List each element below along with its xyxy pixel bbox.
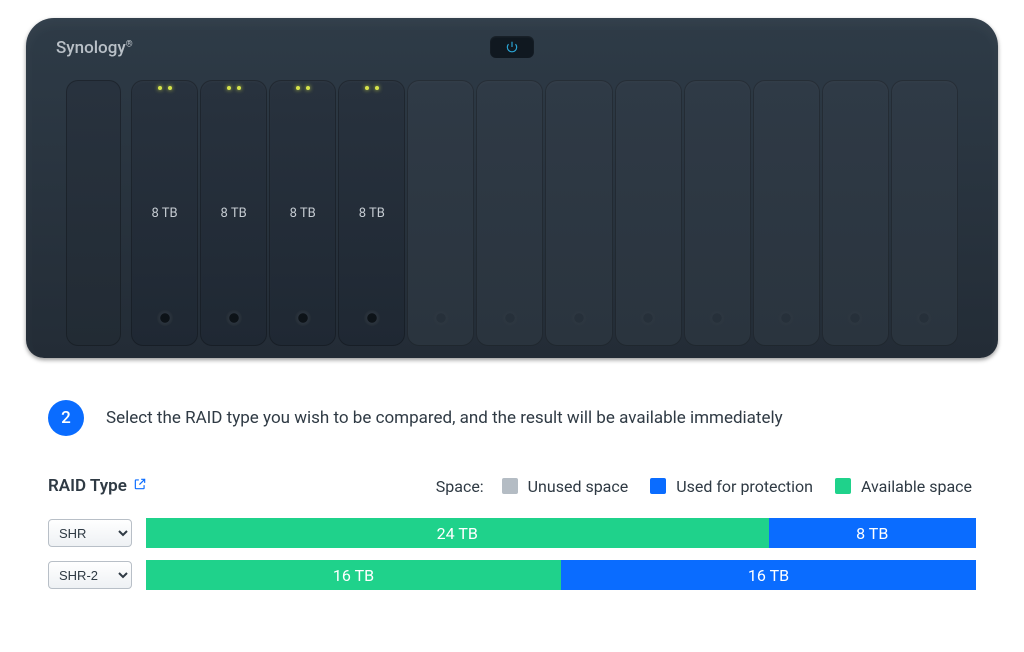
legend-label-protection: Used for protection: [676, 477, 813, 496]
power-icon: [505, 40, 519, 54]
drive-latch-icon: [502, 310, 518, 326]
space-segment: 8 TB: [769, 518, 977, 548]
drive-latch-icon: [571, 310, 587, 326]
step-header: 2 Select the RAID type you wish to be co…: [48, 400, 976, 436]
drive-bay[interactable]: 8 TB: [338, 80, 405, 346]
space-segment: 16 TB: [146, 560, 561, 590]
legend-swatch-unused: [502, 478, 518, 494]
drive-bay[interactable]: [891, 80, 958, 346]
drive-bay[interactable]: [822, 80, 889, 346]
raid-row: SHRSHR-2 16 TB16 TB: [48, 560, 976, 590]
drive-bay[interactable]: [545, 80, 612, 346]
space-segment: 24 TB: [146, 518, 769, 548]
step-section: 2 Select the RAID type you wish to be co…: [48, 400, 976, 590]
drive-latch-icon: [433, 310, 449, 326]
nas-chassis: Synology® 8 TB 8 TB 8 TB 8 TB: [26, 18, 998, 358]
space-legend: Space: Unused space Used for protection …: [436, 477, 976, 496]
external-link-icon: [133, 477, 147, 491]
drive-bay[interactable]: [684, 80, 751, 346]
drive-latch-icon: [709, 310, 725, 326]
legend-label-unused: Unused space: [528, 477, 629, 496]
step-number-badge: 2: [48, 400, 84, 436]
drive-bay-row: 8 TB 8 TB 8 TB 8 TB: [131, 80, 958, 346]
drive-bay[interactable]: [615, 80, 682, 346]
drive-bay[interactable]: [476, 80, 543, 346]
drive-latch-icon: [640, 310, 656, 326]
brand-label: Synology®: [56, 38, 133, 58]
drive-bay[interactable]: 8 TB: [131, 80, 198, 346]
chassis-left-panel: [66, 80, 121, 346]
drive-capacity: 8 TB: [359, 206, 385, 221]
drive-latch-icon: [295, 310, 311, 326]
space-label: Space:: [436, 477, 484, 496]
raid-bars: SHRSHR-2 24 TB8 TB SHRSHR-2 16 TB16 TB: [48, 518, 976, 590]
raid-row: SHRSHR-2 24 TB8 TB: [48, 518, 976, 548]
drive-capacity: 8 TB: [290, 206, 316, 221]
raid-type-select[interactable]: SHRSHR-2: [48, 561, 132, 589]
raid-type-help-link[interactable]: [133, 476, 147, 496]
drive-latch-icon: [364, 310, 380, 326]
step-instruction: Select the RAID type you wish to be comp…: [106, 408, 783, 428]
raid-type-select[interactable]: SHRSHR-2: [48, 519, 132, 547]
drive-latch-icon: [847, 310, 863, 326]
space-bar: 24 TB8 TB: [146, 518, 976, 548]
drive-bay[interactable]: 8 TB: [200, 80, 267, 346]
drive-capacity: 8 TB: [221, 206, 247, 221]
drive-latch-icon: [778, 310, 794, 326]
drive-capacity: 8 TB: [151, 206, 177, 221]
drive-latch-icon: [157, 310, 173, 326]
drive-latch-icon: [916, 310, 932, 326]
power-button[interactable]: [490, 36, 534, 58]
space-bar: 16 TB16 TB: [146, 560, 976, 590]
legend-swatch-protection: [650, 478, 666, 494]
legend-label-available: Available space: [861, 477, 972, 496]
raid-header-row: RAID Type Space: Unused space Used for p…: [48, 476, 976, 496]
drive-latch-icon: [226, 310, 242, 326]
drive-bay[interactable]: [407, 80, 474, 346]
drive-bay[interactable]: [753, 80, 820, 346]
drive-bay[interactable]: 8 TB: [269, 80, 336, 346]
space-segment: 16 TB: [561, 560, 976, 590]
legend-swatch-available: [835, 478, 851, 494]
raid-type-label: RAID Type: [48, 476, 147, 496]
